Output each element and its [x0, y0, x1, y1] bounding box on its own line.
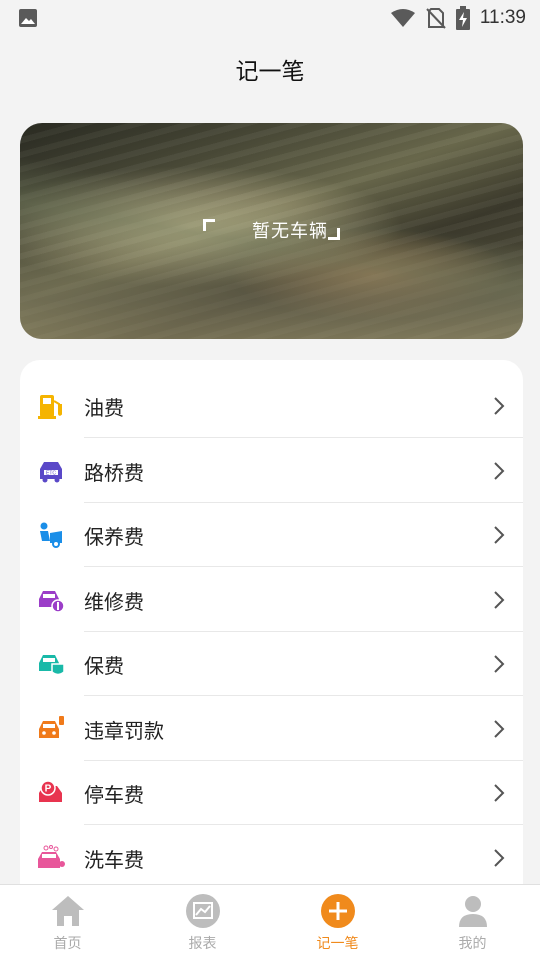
- repair-car-icon: [39, 591, 65, 613]
- tab-label: 首页: [53, 936, 82, 952]
- car-wash-icon: [38, 845, 65, 868]
- vehicle-banner[interactable]: 暂无车辆: [20, 123, 523, 339]
- list-item-label: 维修费: [84, 589, 144, 614]
- status-time: 11:39: [479, 7, 526, 28]
- plus-circle-icon: [320, 893, 356, 929]
- page-title: 记一笔: [235, 59, 305, 85]
- etc-car-icon: ETC: [40, 462, 62, 483]
- list-item-label: 保费: [84, 653, 124, 678]
- list-item-label: 保养费: [84, 524, 144, 549]
- tab-mine[interactable]: 我的: [405, 885, 540, 960]
- tab-report[interactable]: 报表: [135, 885, 270, 960]
- bottom-tab-bar: 首页 报表 记一笔 我的: [0, 884, 540, 960]
- chevron-right-icon: [494, 526, 505, 544]
- tab-record[interactable]: 记一笔: [270, 885, 405, 960]
- list-item-label: 洗车费: [84, 847, 144, 872]
- no-vehicle-label: 暂无车辆: [252, 221, 328, 242]
- wifi-icon: [390, 9, 415, 27]
- divider: [84, 566, 523, 567]
- chevron-right-icon: [494, 784, 505, 802]
- divider: [84, 695, 523, 696]
- user-icon: [455, 893, 491, 929]
- list-item-label: 油费: [84, 395, 124, 420]
- bracket-top-left: [203, 219, 215, 231]
- parking-icon: P: [39, 780, 62, 802]
- chevron-right-icon: [494, 655, 505, 673]
- svg-text:ETC: ETC: [46, 471, 56, 477]
- bracket-bottom-right: [328, 228, 340, 240]
- no-sim-icon: [426, 8, 446, 29]
- list-item-repair[interactable]: 维修费: [20, 568, 523, 632]
- list-item-toll[interactable]: ETC 路桥费: [20, 439, 523, 503]
- chart-icon: [185, 893, 221, 929]
- list-item-label: 路桥费: [84, 460, 144, 485]
- list-item-parking[interactable]: P 停车费: [20, 761, 523, 825]
- page-header: 记一笔: [0, 36, 540, 102]
- status-bar: 11:39: [0, 0, 540, 36]
- chevron-right-icon: [494, 397, 505, 415]
- list-item-insurance[interactable]: 保费: [20, 632, 523, 696]
- tab-label: 记一笔: [316, 936, 359, 952]
- list-item-maintenance[interactable]: 保养费: [20, 503, 523, 567]
- list-item-fuel[interactable]: 油费: [20, 374, 523, 438]
- status-icons: 11:39: [390, 6, 526, 30]
- list-item-violation[interactable]: 违章罚款: [20, 697, 523, 761]
- banner-image-road: [20, 241, 523, 339]
- divider: [84, 824, 523, 825]
- divider: [84, 437, 523, 438]
- list-item-label: 停车费: [84, 782, 144, 807]
- chevron-right-icon: [494, 591, 505, 609]
- fuel-icon: [38, 395, 62, 419]
- chevron-right-icon: [494, 462, 505, 480]
- chevron-right-icon: [494, 849, 505, 867]
- list-item-label: 违章罚款: [84, 718, 164, 743]
- image-icon: [19, 9, 37, 27]
- tab-label: 报表: [188, 936, 217, 952]
- tab-home[interactable]: 首页: [0, 885, 135, 960]
- expense-category-list: 油费 ETC 路桥费 保养费 维修费 保费 违章罚款 P 停车费 洗车费: [20, 360, 523, 900]
- svg-text:P: P: [45, 784, 52, 795]
- battery-charging-icon: [455, 6, 470, 30]
- home-icon: [50, 893, 86, 929]
- violation-car-icon: [39, 716, 64, 738]
- maintenance-icon: [40, 522, 62, 548]
- tab-label: 我的: [458, 936, 487, 952]
- chevron-right-icon: [494, 720, 505, 738]
- insurance-car-icon: [39, 655, 65, 676]
- list-item-car-wash[interactable]: 洗车费: [20, 826, 523, 890]
